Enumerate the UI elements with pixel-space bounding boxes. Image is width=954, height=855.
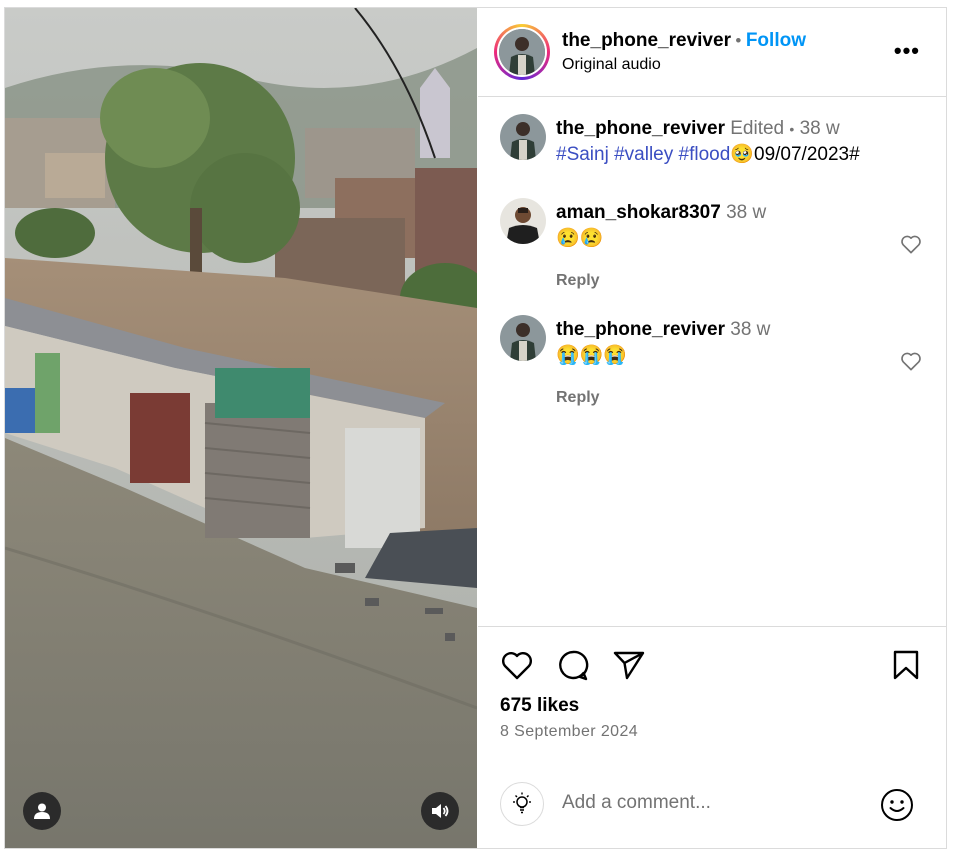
comment-header: aman_shokar8307 38 w xyxy=(556,200,766,226)
comment-username[interactable]: the_phone_reviver xyxy=(556,319,725,340)
author-avatar-ring[interactable] xyxy=(494,24,550,80)
caption-username[interactable]: the_phone_reviver xyxy=(556,118,725,139)
bookmark-icon[interactable] xyxy=(892,649,920,681)
comment-text: 😭😭😭 xyxy=(556,345,627,366)
lightbulb-icon xyxy=(513,792,531,814)
comment-time[interactable]: 38 w xyxy=(726,202,766,223)
post-date[interactable]: 8 September 2024 xyxy=(500,723,638,741)
more-options-button[interactable]: ••• xyxy=(894,38,920,64)
reply-button[interactable]: Reply xyxy=(556,272,600,290)
caption-dot: • xyxy=(789,121,795,137)
follow-button[interactable]: Follow xyxy=(746,30,806,51)
post-details-panel: the_phone_reviver • Follow Original audi… xyxy=(478,8,946,848)
caption-avatar[interactable] xyxy=(500,114,546,160)
author-avatar xyxy=(499,29,545,75)
heart-icon[interactable] xyxy=(900,234,922,254)
caption-time[interactable]: 38 w xyxy=(800,118,840,139)
caption-header: the_phone_reviver Edited • 38 w xyxy=(556,116,840,142)
post-media[interactable] xyxy=(5,8,477,848)
user-icon xyxy=(34,803,50,819)
comment-header: the_phone_reviver 38 w xyxy=(556,317,770,343)
hashtag-sainj[interactable]: #Sainj xyxy=(556,144,609,165)
comment-item: aman_shokar8307 38 w 😢😢 Reply xyxy=(478,198,946,298)
heart-icon[interactable] xyxy=(900,351,922,371)
commenter-avatar[interactable] xyxy=(500,198,546,244)
header-title-row: the_phone_reviver • Follow xyxy=(562,30,806,52)
tagged-user-button[interactable] xyxy=(23,792,61,830)
post-header: the_phone_reviver • Follow Original audi… xyxy=(478,8,946,97)
comment-text: 😢😢 xyxy=(556,228,604,249)
commenter-avatar[interactable] xyxy=(500,315,546,361)
hashtag-valley[interactable]: #valley xyxy=(614,144,673,165)
speaker-icon xyxy=(432,804,449,818)
like-count[interactable]: 675 likes xyxy=(500,695,579,717)
header-username[interactable]: the_phone_reviver xyxy=(562,30,731,51)
add-comment-bar: Add a comment... xyxy=(478,756,946,848)
paper-plane-icon[interactable] xyxy=(612,649,646,681)
sound-toggle-button[interactable] xyxy=(421,792,459,830)
post-actions: 675 likes 8 September 2024 xyxy=(478,626,946,757)
reply-button[interactable]: Reply xyxy=(556,389,600,407)
hashtag-flood[interactable]: #flood xyxy=(679,144,731,165)
caption-edited: Edited xyxy=(730,118,785,139)
caption-date: 09/07/2023# xyxy=(754,144,860,165)
caption-text: #Sainj #valley #flood🥹09/07/2023# xyxy=(556,142,860,168)
comment-input[interactable]: Add a comment... xyxy=(562,792,711,814)
caption-emoji: 🥹 xyxy=(730,144,754,165)
audio-label[interactable]: Original audio xyxy=(562,56,661,74)
insights-button[interactable] xyxy=(500,782,544,826)
heart-icon[interactable] xyxy=(500,649,534,681)
smiley-icon[interactable] xyxy=(880,788,914,822)
header-separator: • xyxy=(735,31,742,50)
comment-time[interactable]: 38 w xyxy=(730,319,770,340)
flood-video-frame xyxy=(5,8,477,848)
comment-username[interactable]: aman_shokar8307 xyxy=(556,202,721,223)
comment-item: the_phone_reviver 38 w 😭😭😭 Reply xyxy=(478,315,946,415)
comment-bubble-icon[interactable] xyxy=(556,649,590,681)
caption: the_phone_reviver Edited • 38 w #Sainj #… xyxy=(478,112,946,182)
